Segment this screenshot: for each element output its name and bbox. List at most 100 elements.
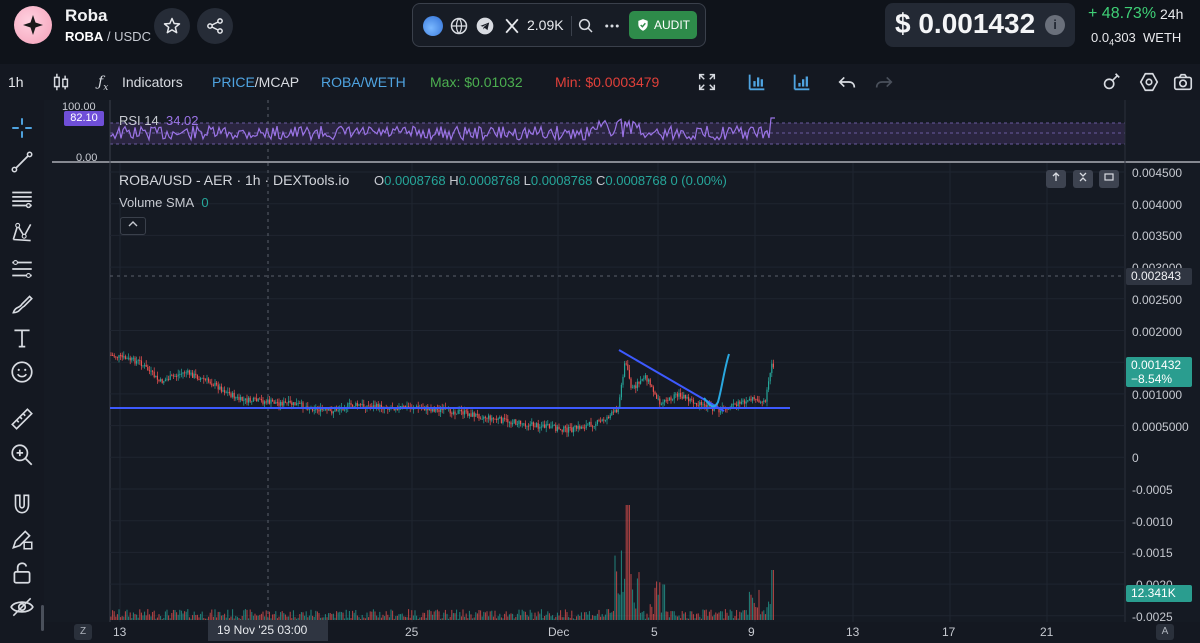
volume-bar <box>310 609 312 620</box>
volume-bar <box>204 618 206 620</box>
volume-bar <box>400 614 402 620</box>
volume-bar <box>420 617 422 620</box>
volume-bar <box>329 612 331 620</box>
candle-body <box>595 424 597 427</box>
volume-bar <box>608 609 610 620</box>
price-axis-label: 0.004000 <box>1132 197 1183 212</box>
candle-body <box>283 401 285 406</box>
candle-body <box>124 356 126 359</box>
volume-bar <box>139 609 141 620</box>
candle-body <box>604 420 606 422</box>
candle-body <box>676 393 678 397</box>
candle-body <box>552 425 554 427</box>
candle-body <box>288 400 290 403</box>
volume-bar <box>115 616 117 620</box>
volume-bar <box>203 617 205 620</box>
volume-bar <box>430 611 432 620</box>
corner-left-button[interactable]: Z <box>74 624 92 640</box>
maximize-pane-button[interactable] <box>1099 170 1119 188</box>
candle-body <box>542 424 544 427</box>
volume-bar <box>512 613 514 620</box>
candle-body <box>395 409 397 411</box>
candle-body <box>585 424 587 429</box>
volume-bar <box>364 618 366 620</box>
candle-body <box>451 413 453 415</box>
candle-body <box>188 370 190 375</box>
volume-bar <box>577 614 579 620</box>
volume-bar <box>171 612 173 620</box>
volume-bar <box>595 615 597 620</box>
candle-body <box>206 378 208 380</box>
candle-body <box>147 366 149 371</box>
candle-body <box>702 404 704 406</box>
volume-bar <box>516 613 518 620</box>
auto-scale-button[interactable]: A <box>1156 624 1174 640</box>
volume-bar <box>214 609 216 620</box>
volume-bar <box>112 610 114 620</box>
volume-bar <box>697 613 699 620</box>
candle-body <box>203 377 205 380</box>
crosshair-price-badge: 0.002843 <box>1126 268 1192 285</box>
candle-body <box>139 360 141 361</box>
candle-body <box>521 423 523 425</box>
candle-body <box>248 397 250 403</box>
candle-body <box>684 394 686 399</box>
candle-body <box>577 425 579 429</box>
collapse-pane-button[interactable] <box>1073 170 1093 188</box>
candle-body <box>611 411 613 416</box>
volume-bar <box>728 615 730 620</box>
candle-body <box>480 418 482 420</box>
collapse-legend-button[interactable] <box>120 217 146 235</box>
volume-bar <box>625 505 627 620</box>
volume-bar <box>428 609 430 620</box>
volume-bar <box>771 570 773 620</box>
candle-body <box>662 402 664 405</box>
candle-body <box>619 397 621 409</box>
candle-body <box>134 357 136 364</box>
candle-body <box>763 400 765 403</box>
candle-body <box>689 399 691 402</box>
volume-bar <box>380 617 382 620</box>
candle-body <box>292 402 294 405</box>
candle-body <box>640 380 642 384</box>
time-axis-label: 25 <box>405 625 419 639</box>
volume-bar <box>729 609 731 620</box>
chart-canvas[interactable] <box>0 0 1200 643</box>
candle-body <box>582 426 584 428</box>
volume-bar <box>704 610 706 620</box>
volume-bar <box>473 617 475 620</box>
move-pane-up-button[interactable] <box>1046 170 1066 188</box>
volume-bar <box>398 614 400 620</box>
candle-body <box>633 385 635 388</box>
candle-body <box>158 379 160 381</box>
candle-body <box>512 423 514 425</box>
volume-bar <box>564 609 566 620</box>
volume-bar <box>673 611 675 620</box>
volume-bar <box>136 614 138 620</box>
candle-body <box>265 401 267 403</box>
candle-body <box>179 374 181 375</box>
candle-body <box>219 386 221 390</box>
candle-body <box>456 413 458 415</box>
volume-bar <box>382 614 384 620</box>
candle-body <box>273 401 275 404</box>
volume-bar <box>376 615 378 620</box>
price-axis-label: 0.0005000 <box>1132 419 1189 434</box>
volume-bar <box>446 613 448 620</box>
chevron-up-icon <box>128 221 138 227</box>
volume-bar <box>510 613 512 620</box>
volume-bar <box>268 611 270 620</box>
candle-body <box>193 373 195 378</box>
candle-body <box>220 386 222 392</box>
grid <box>110 163 1125 622</box>
maximize-icon <box>1104 173 1114 181</box>
candle-body <box>632 387 634 389</box>
candle-body <box>761 401 763 403</box>
volume-bar <box>574 618 576 620</box>
volume-bar <box>411 610 413 620</box>
candle-body <box>492 417 494 419</box>
rsi-tick-top: 100.00 <box>62 101 96 113</box>
volume-bar <box>500 617 502 620</box>
candle-body <box>668 397 670 401</box>
crosshair-time-badge: 19 Nov '25 03:00 <box>208 620 328 641</box>
